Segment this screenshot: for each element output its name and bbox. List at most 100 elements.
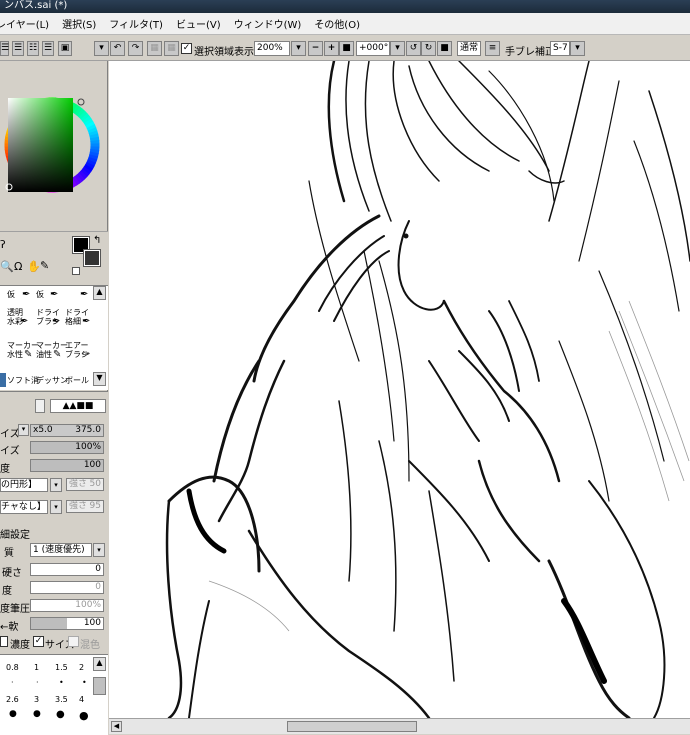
marker-icon: ✎	[24, 349, 33, 360]
scroll-left-icon[interactable]: ◀	[111, 721, 122, 732]
menu-view[interactable]: ビュー(V)	[176, 16, 221, 31]
texture-select[interactable]: チャなし】	[0, 500, 48, 514]
brush-item[interactable]: マーカー 油性	[36, 341, 68, 359]
menu-layer[interactable]: レイヤー(L)	[0, 16, 49, 31]
rotation-dropdown-icon[interactable]: ▾	[390, 41, 405, 56]
blend-mode-button[interactable]: 通常	[457, 41, 481, 56]
brush-tip-shapes[interactable]: ▲▲■■	[50, 399, 106, 413]
stabilizer-dropdown-icon[interactable]: ▾	[570, 41, 585, 56]
brush-scroll-down[interactable]: ▼	[93, 372, 106, 386]
size-preset[interactable]: 3.5	[55, 695, 68, 704]
panel-layout-icon[interactable]: ☰	[0, 41, 9, 56]
min-density-label: 度	[2, 586, 12, 597]
dropdown-arrow-icon[interactable]: ▾	[94, 41, 109, 56]
size-dot: ●	[33, 709, 41, 719]
undo-icon[interactable]: ↶	[110, 41, 125, 56]
quality-select[interactable]: 1 (速度優先)	[30, 543, 92, 557]
zoom-select[interactable]: 200%	[254, 41, 290, 56]
size-preset[interactable]: 4	[79, 695, 84, 704]
advanced-settings-label: 細設定	[0, 530, 30, 541]
pen-icon: ✒	[80, 289, 89, 300]
transparent-color-icon[interactable]	[72, 267, 80, 275]
zoom-out-icon[interactable]: −	[308, 41, 323, 56]
max-pressure-slider[interactable]: 100%	[30, 599, 104, 612]
shape-select[interactable]: の円形】	[0, 478, 48, 492]
redo-icon[interactable]: ↷	[128, 41, 143, 56]
quality-dropdown-icon[interactable]: ▾	[93, 543, 105, 557]
size-dot: ·	[11, 678, 14, 687]
scrollbar-thumb[interactable]	[287, 721, 417, 732]
stabilizer-select[interactable]: S-7	[550, 41, 570, 56]
panel-toggle-icon[interactable]: ▣	[58, 41, 72, 56]
brush-item[interactable]: マーカー 水性	[7, 341, 39, 359]
rotate-left-icon[interactable]: ↺	[406, 41, 421, 56]
stabilizer-label: 手ブレ補正	[505, 47, 555, 58]
pressure-label: ←軟	[0, 622, 19, 633]
brush-scroll-up[interactable]: ▲	[93, 286, 106, 300]
brush-item[interactable]: ソフト消	[7, 376, 39, 385]
zoom-tool-icon[interactable]: 🔍	[0, 260, 14, 273]
texture-dropdown-icon[interactable]: ▾	[50, 500, 62, 514]
size-preset[interactable]: 3	[34, 695, 39, 704]
min-density-slider[interactable]: 0	[30, 581, 104, 594]
menu-other[interactable]: その他(O)	[314, 16, 360, 31]
canvas-horizontal-scrollbar[interactable]: ◀	[109, 718, 690, 734]
deselect-icon[interactable]: ▦	[147, 41, 162, 56]
shape-dropdown-icon[interactable]: ▾	[50, 478, 62, 492]
menu-select[interactable]: 選択(S)	[62, 16, 96, 31]
pressure-slider[interactable]: 100	[30, 617, 104, 630]
min-size-slider[interactable]: 100%	[30, 441, 104, 454]
window-title: ンバス.sai (*)	[0, 0, 690, 13]
density-checkbox[interactable]	[0, 636, 8, 647]
menu-filter[interactable]: フィルタ(T)	[109, 16, 163, 31]
size-preset[interactable]: 0.8	[6, 663, 19, 672]
color-wheel[interactable]	[0, 61, 104, 229]
menu-bar: レイヤー(L) 選択(S) フィルタ(T) ビュー(V) ウィンドウ(W) その…	[0, 13, 690, 35]
size-dot: ●	[79, 709, 89, 722]
presets-scroll-up[interactable]: ▲	[93, 657, 106, 671]
line-art-drawing	[165, 61, 690, 718]
size-preset[interactable]: 2.6	[6, 695, 19, 704]
panel-layout-icon[interactable]: ☷	[27, 41, 39, 56]
size-preset[interactable]: 2	[79, 663, 84, 672]
brush-item[interactable]: ボール	[65, 376, 89, 385]
rotate-tool-icon[interactable]: Ω	[14, 260, 22, 273]
brush-item[interactable]: デッサン	[36, 376, 68, 385]
swap-colors-icon[interactable]: ↰	[93, 235, 101, 246]
flip-icon[interactable]: ≡	[485, 41, 500, 56]
size-slider[interactable]: x5.0 375.0	[30, 424, 104, 437]
texture-strength-slider[interactable]: 強さ 95	[66, 500, 104, 513]
size-checkbox[interactable]: ✓	[33, 636, 44, 647]
size-preset[interactable]: 1.5	[55, 663, 68, 672]
rotation-select[interactable]: +000°	[356, 41, 390, 56]
brush-item[interactable]: 仮	[36, 290, 44, 299]
zoom-reset-icon[interactable]: ■	[339, 41, 354, 56]
quality-label: 質	[4, 548, 14, 559]
eyedropper-tool-icon[interactable]: ✎	[40, 259, 49, 272]
blend-checkbox[interactable]	[68, 636, 79, 647]
size-dropdown-icon[interactable]: ▾	[18, 424, 29, 436]
rotate-reset-icon[interactable]: ■	[437, 41, 452, 56]
selection-checkbox[interactable]: ✓	[181, 43, 192, 54]
density-label: 度	[0, 464, 10, 475]
rotate-right-icon[interactable]: ↻	[421, 41, 436, 56]
hand-tool-icon[interactable]: ✋	[27, 260, 41, 273]
brush-item[interactable]: 仮	[7, 290, 15, 299]
edge-hardness-slider[interactable]: 0	[30, 563, 104, 576]
brush-tip-square[interactable]	[35, 399, 45, 413]
presets-scrollbar-thumb[interactable]	[93, 677, 106, 695]
select-clear-icon[interactable]: ▦	[164, 41, 179, 56]
brush-selected-indicator	[0, 373, 6, 387]
shape-strength-slider[interactable]: 強さ 50	[66, 478, 104, 491]
drawing-canvas[interactable]	[109, 61, 690, 718]
lasso-tool-icon[interactable]: ʔ	[0, 238, 6, 251]
panel-layout-icon[interactable]: ☰	[42, 41, 54, 56]
density-slider[interactable]: 100	[30, 459, 104, 472]
brush-icon: ✒	[20, 316, 29, 327]
menu-window[interactable]: ウィンドウ(W)	[234, 16, 302, 31]
zoom-dropdown-icon[interactable]: ▾	[291, 41, 306, 56]
panel-layout-icon[interactable]: ☰	[12, 41, 24, 56]
size-preset[interactable]: 1	[34, 663, 39, 672]
zoom-in-icon[interactable]: +	[324, 41, 339, 56]
secondary-color-swatch[interactable]	[83, 249, 101, 267]
